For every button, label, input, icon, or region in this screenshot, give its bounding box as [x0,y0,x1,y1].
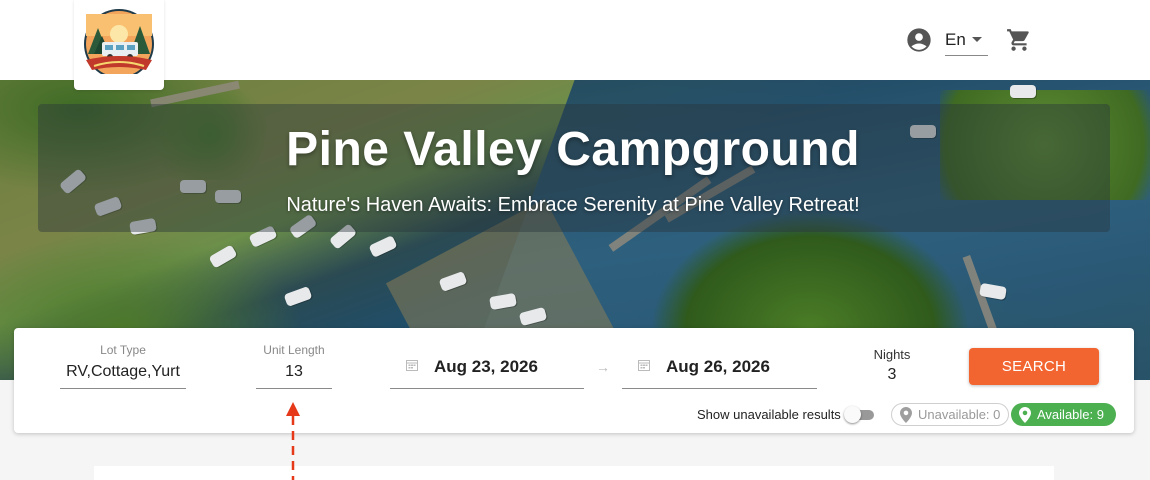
lot-type-label: Lot Type [100,343,146,357]
location-pin-icon [1019,406,1031,423]
language-select[interactable]: En [945,24,988,56]
calendar-icon [638,360,650,371]
show-unavailable-label: Show unavailable results [697,407,841,422]
lot-type-select[interactable]: RV,Cottage,Yurt [60,363,186,381]
unit-length-label: Unit Length [263,343,325,357]
calendar-icon [406,360,418,371]
checkin-date-value: Aug 23, 2026 [434,357,538,376]
unavailable-count-chip[interactable]: Unavailable: 0 [891,403,1009,426]
page-title: Pine Valley Campground [286,123,860,176]
campground-rv-logo-icon [80,9,158,82]
available-count-label: Available: 9 [1037,407,1104,422]
nights-value: 3 [887,366,897,383]
header-actions: En [905,24,1032,56]
hero-rv [208,244,238,269]
available-count-chip[interactable]: Available: 9 [1011,403,1116,426]
show-unavailable-toggle[interactable] [844,406,874,423]
hero-rv [1010,85,1036,98]
annotation-arrow-up-icon [286,402,300,480]
chevron-down-icon [972,37,982,42]
search-panel: Lot Type RV,Cottage,Yurt Unit Length 13 … [14,328,1134,433]
checkin-date-field[interactable]: Aug 23, 2026 [390,348,584,389]
checkout-date-value: Aug 26, 2026 [666,357,770,376]
hero-rv [368,235,398,258]
lot-type-underline [60,388,186,389]
language-value: En [945,29,966,49]
page-subtitle: Nature's Haven Awaits: Embrace Serenity … [286,194,860,216]
toggle-thumb [844,406,861,423]
unavailable-count-label: Unavailable: 0 [918,407,1001,422]
shopping-cart-icon[interactable] [1006,27,1032,53]
hero-rv [283,285,313,308]
search-button[interactable]: SEARCH [969,348,1099,385]
campground-logo[interactable] [74,0,164,90]
nights-label: Nights [873,347,911,362]
results-container [94,466,1054,480]
checkout-date-field[interactable]: Aug 26, 2026 [622,348,817,389]
site-header: En [0,0,1150,90]
account-circle-icon[interactable] [905,26,933,54]
unit-length-input[interactable]: 13 [256,363,332,381]
arrow-right-icon: → [596,359,610,375]
unit-length-underline [256,388,332,389]
location-pin-icon [900,406,912,423]
